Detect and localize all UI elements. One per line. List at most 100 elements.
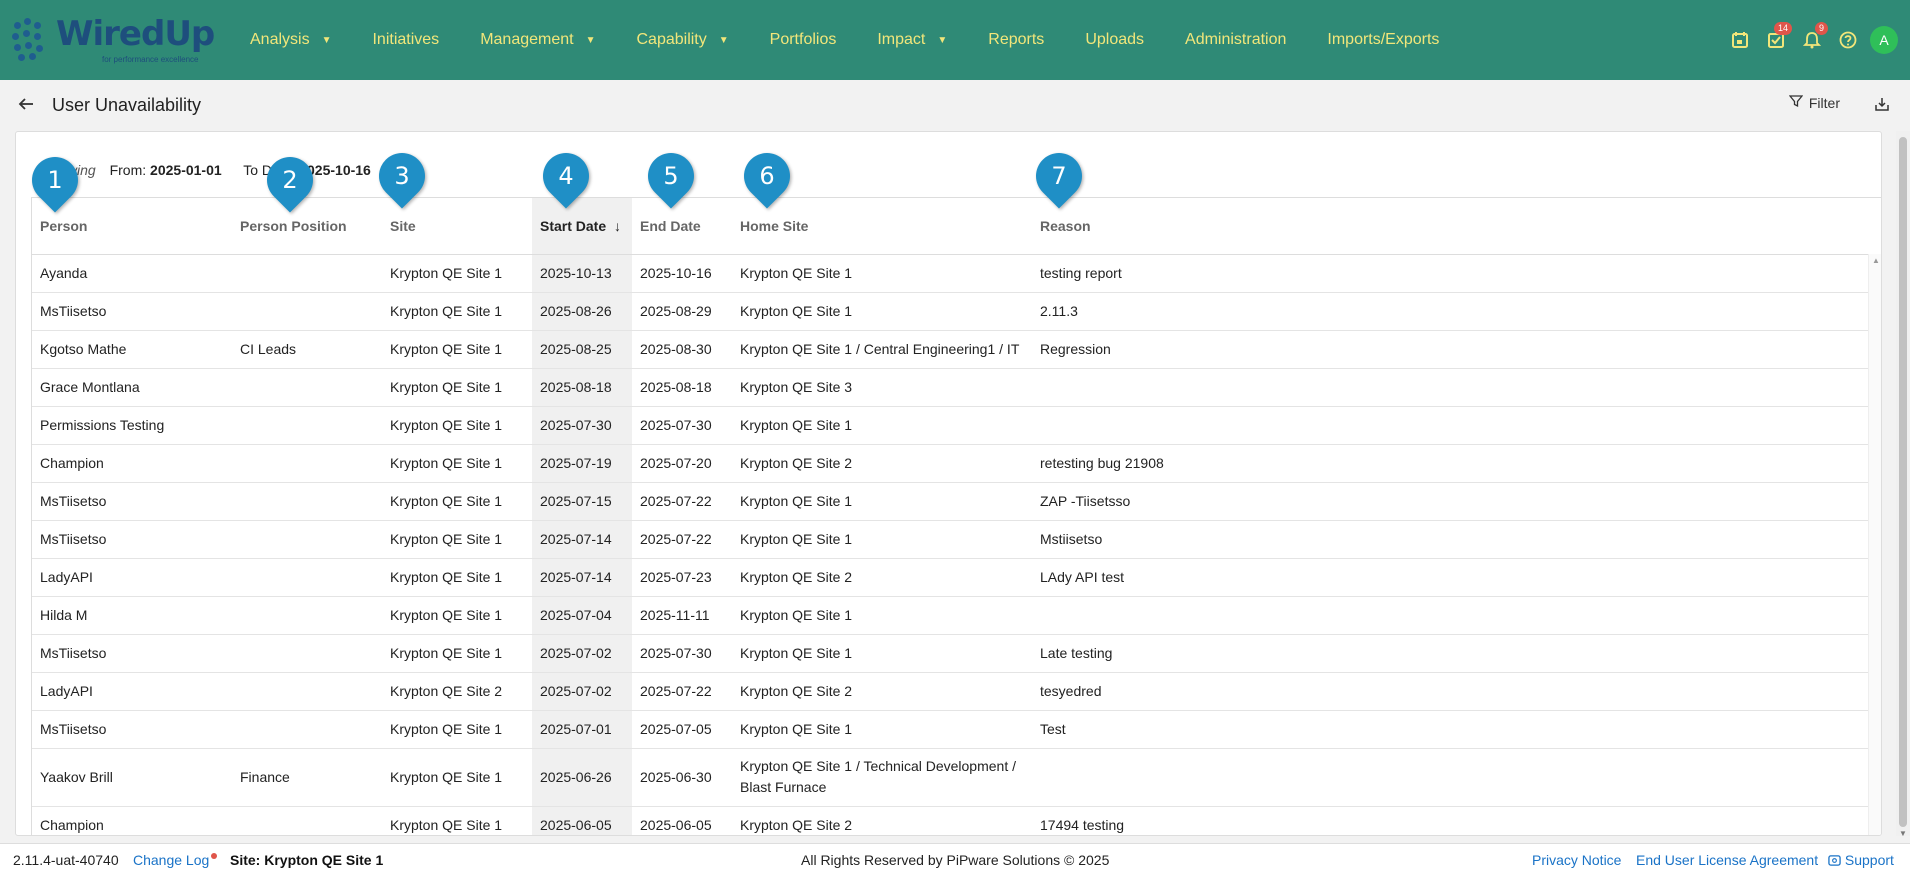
filter-icon bbox=[1788, 94, 1804, 111]
cell-person-position bbox=[232, 520, 382, 559]
cell-end-date: 2025-08-18 bbox=[632, 368, 732, 407]
tasks-icon[interactable]: 14 bbox=[1758, 22, 1794, 58]
bell-icon[interactable]: 9 bbox=[1794, 22, 1830, 58]
nav-item-administration[interactable]: Administration bbox=[1185, 31, 1286, 49]
nav-item-initiatives[interactable]: Initiatives bbox=[372, 31, 439, 49]
cell-person-position bbox=[232, 634, 382, 673]
nav-item-portfolios[interactable]: Portfolios bbox=[770, 31, 837, 49]
cell-person: MsTiisetso bbox=[32, 482, 232, 521]
filter-button[interactable]: Filter bbox=[1788, 94, 1840, 111]
cell-site: Krypton QE Site 1 bbox=[382, 520, 532, 559]
cell-person: LadyAPI bbox=[32, 672, 232, 711]
cell-person-position bbox=[232, 368, 382, 407]
avatar[interactable]: A bbox=[1870, 26, 1898, 54]
cell-reason bbox=[1032, 596, 1869, 635]
nav-item-uploads[interactable]: Uploads bbox=[1085, 31, 1144, 49]
cell-end-date: 2025-07-05 bbox=[632, 710, 732, 749]
marker-2: 2 bbox=[257, 147, 323, 215]
help-icon[interactable] bbox=[1830, 22, 1866, 58]
logo[interactable]: WiredUp for performance excellence bbox=[12, 12, 217, 68]
date-range-summary: Showing From: 2025-01-01 To Date: 2025-1… bbox=[42, 162, 371, 178]
cell-person-position bbox=[232, 710, 382, 749]
footer: 2.11.4-uat-40740 Change Log Site: Krypto… bbox=[0, 843, 1910, 885]
nav-item-impact[interactable]: Impact ▼ bbox=[877, 31, 947, 49]
nav-item-imports-exports[interactable]: Imports/Exports bbox=[1327, 31, 1439, 49]
cell-person: Grace Montlana bbox=[32, 368, 232, 407]
cell-person: Champion bbox=[32, 444, 232, 483]
nav-item-management[interactable]: Management ▼ bbox=[480, 31, 595, 49]
change-log-link[interactable]: Change Log bbox=[133, 852, 209, 868]
table-row[interactable]: Kgotso Mathe CI Leads Krypton QE Site 1 202… bbox=[32, 330, 1869, 369]
table-row[interactable]: MsTiisetso Krypton QE Site 1 2025-07-02 202… bbox=[32, 634, 1869, 673]
table-scrollbar[interactable]: ▲ bbox=[1868, 254, 1881, 835]
sort-down-icon: ↓ bbox=[614, 217, 622, 234]
table-row[interactable]: Yaakov Brill Finance Krypton QE Site 1 2025… bbox=[32, 748, 1869, 807]
cell-end-date: 2025-07-30 bbox=[632, 406, 732, 445]
cell-reason: retesting bug 21908 bbox=[1032, 444, 1869, 483]
cell-reason: Regression bbox=[1032, 330, 1869, 369]
marker-4: 4 bbox=[533, 143, 599, 211]
report-card: Showing From: 2025-01-01 To Date: 2025-1… bbox=[15, 131, 1882, 836]
back-arrow-icon[interactable] bbox=[14, 92, 38, 116]
cell-end-date: 2025-08-29 bbox=[632, 292, 732, 331]
table-row[interactable]: Grace Montlana Krypton QE Site 1 2025-08-1… bbox=[32, 368, 1869, 407]
privacy-notice-link[interactable]: Privacy Notice bbox=[1532, 852, 1621, 868]
cell-person-position bbox=[232, 406, 382, 445]
table-row[interactable]: LadyAPI Krypton QE Site 2 2025-07-02 2025-0… bbox=[32, 672, 1869, 711]
export-icon[interactable] bbox=[1870, 92, 1894, 116]
support-link[interactable]: Support bbox=[1828, 852, 1894, 868]
cell-end-date: 2025-07-20 bbox=[632, 444, 732, 483]
table-row[interactable]: Hilda M Krypton QE Site 1 2025-07-04 2025-1… bbox=[32, 596, 1869, 635]
top-icons: 14 9 A bbox=[1722, 0, 1910, 80]
cell-home-site: Krypton QE Site 1 bbox=[732, 254, 1032, 293]
page-scrollbar[interactable]: ▼ bbox=[1896, 131, 1910, 838]
cell-home-site: Krypton QE Site 2 bbox=[732, 444, 1032, 483]
table-row[interactable]: MsTiisetso Krypton QE Site 1 2025-07-14 202… bbox=[32, 520, 1869, 559]
cell-start-date: 2025-07-14 bbox=[532, 520, 632, 559]
marker-1: 1 bbox=[22, 147, 88, 215]
cell-end-date: 2025-08-30 bbox=[632, 330, 732, 369]
calendar-icon[interactable] bbox=[1722, 22, 1758, 58]
nav-item-reports[interactable]: Reports bbox=[988, 31, 1044, 49]
version-label: 2.11.4-uat-40740 bbox=[13, 852, 119, 868]
copyright-text: All Rights Reserved by PiPware Solutions… bbox=[801, 852, 1110, 868]
cell-site: Krypton QE Site 2 bbox=[382, 672, 532, 711]
table-row[interactable]: Ayanda Krypton QE Site 1 2025-10-13 2025-10… bbox=[32, 254, 1869, 293]
cell-person: Permissions Testing bbox=[32, 406, 232, 445]
table-row[interactable]: Permissions Testing Krypton QE Site 1 2025… bbox=[32, 406, 1869, 445]
marker-7: 7 bbox=[1026, 143, 1092, 211]
support-icon bbox=[1828, 852, 1845, 868]
table-row[interactable]: Champion Krypton QE Site 1 2025-06-05 2025-… bbox=[32, 806, 1869, 835]
cell-home-site: Krypton QE Site 1 bbox=[732, 710, 1032, 749]
cell-home-site: Krypton QE Site 2 bbox=[732, 806, 1032, 835]
cell-reason bbox=[1032, 368, 1869, 407]
column-header-reason[interactable]: Reason bbox=[1032, 198, 1869, 255]
cell-reason: Mstiisetso bbox=[1032, 520, 1869, 559]
cell-start-date: 2025-08-26 bbox=[532, 292, 632, 331]
cell-site: Krypton QE Site 1 bbox=[382, 596, 532, 635]
cell-home-site: Krypton QE Site 1 / Central Engineering1… bbox=[732, 330, 1032, 369]
table-row[interactable]: Champion Krypton QE Site 1 2025-07-19 2025-… bbox=[32, 444, 1869, 483]
logo-tagline: for performance excellence bbox=[102, 55, 199, 64]
table-row[interactable]: MsTiisetso Krypton QE Site 1 2025-07-15 202… bbox=[32, 482, 1869, 521]
cell-person: MsTiisetso bbox=[32, 634, 232, 673]
nav-item-capability[interactable]: Capability ▼ bbox=[636, 31, 728, 49]
eula-link[interactable]: End User License Agreement bbox=[1636, 852, 1818, 868]
nav-item-analysis[interactable]: Analysis ▼ bbox=[250, 31, 331, 49]
cell-end-date: 2025-07-22 bbox=[632, 672, 732, 711]
cell-person: LadyAPI bbox=[32, 558, 232, 597]
cell-person: Kgotso Mathe bbox=[32, 330, 232, 369]
page-scrollbar-thumb[interactable] bbox=[1899, 137, 1907, 827]
cell-person-position bbox=[232, 444, 382, 483]
table-row[interactable]: MsTiisetso Krypton QE Site 1 2025-08-26 202… bbox=[32, 292, 1869, 331]
cell-home-site: Krypton QE Site 1 bbox=[732, 482, 1032, 521]
table-row[interactable]: LadyAPI Krypton QE Site 1 2025-07-14 2025-0… bbox=[32, 558, 1869, 597]
logo-text: WiredUp bbox=[56, 14, 215, 54]
cell-person: MsTiisetso bbox=[32, 292, 232, 331]
cell-home-site: Krypton QE Site 1 bbox=[732, 596, 1032, 635]
filter-label: Filter bbox=[1808, 94, 1840, 111]
cell-home-site: Krypton QE Site 1 bbox=[732, 292, 1032, 331]
table-row[interactable]: MsTiisetso Krypton QE Site 1 2025-07-01 202… bbox=[32, 710, 1869, 749]
cell-person-position bbox=[232, 806, 382, 835]
cell-end-date: 2025-06-30 bbox=[632, 748, 732, 807]
